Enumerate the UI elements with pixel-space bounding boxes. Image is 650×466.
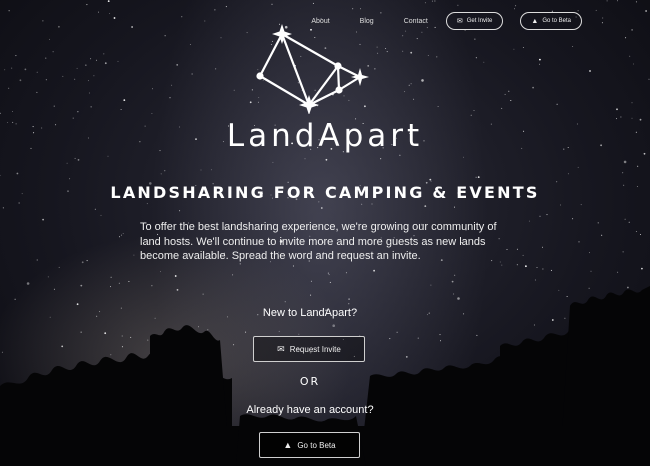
go-to-beta-button[interactable]: ▲ Go to Beta bbox=[259, 432, 360, 458]
brand-name: LandApart bbox=[226, 118, 424, 154]
constellation-logo bbox=[256, 24, 369, 114]
or-divider: OR bbox=[299, 375, 321, 388]
intro-paragraph: To offer the best landsharing experience… bbox=[140, 221, 497, 263]
go-to-beta-nav-label: Go to Beta bbox=[542, 18, 571, 24]
request-invite-label: Request Invite bbox=[289, 344, 341, 354]
flask-icon: ▲ bbox=[531, 17, 539, 25]
envelope-icon: ✉ bbox=[277, 343, 285, 354]
flask-icon: ▲ bbox=[283, 440, 293, 450]
envelope-icon: ✉ bbox=[456, 18, 463, 25]
get-invite-button[interactable]: ✉ Get Invite bbox=[445, 12, 504, 30]
go-to-beta-label: Go to Beta bbox=[297, 440, 336, 450]
go-to-beta-nav-button[interactable]: ▲ Go to Beta bbox=[520, 12, 582, 30]
get-invite-label: Get Invite bbox=[466, 18, 493, 24]
nav-link-contact[interactable]: Contact bbox=[404, 18, 428, 25]
request-invite-button[interactable]: ✉ Request Invite bbox=[253, 336, 365, 362]
tagline: LANDSHARING FOR CAMPING & EVENTS bbox=[110, 183, 540, 202]
new-user-prompt: New to LandApart? bbox=[262, 307, 358, 319]
existing-user-prompt: Already have an account? bbox=[246, 404, 374, 416]
